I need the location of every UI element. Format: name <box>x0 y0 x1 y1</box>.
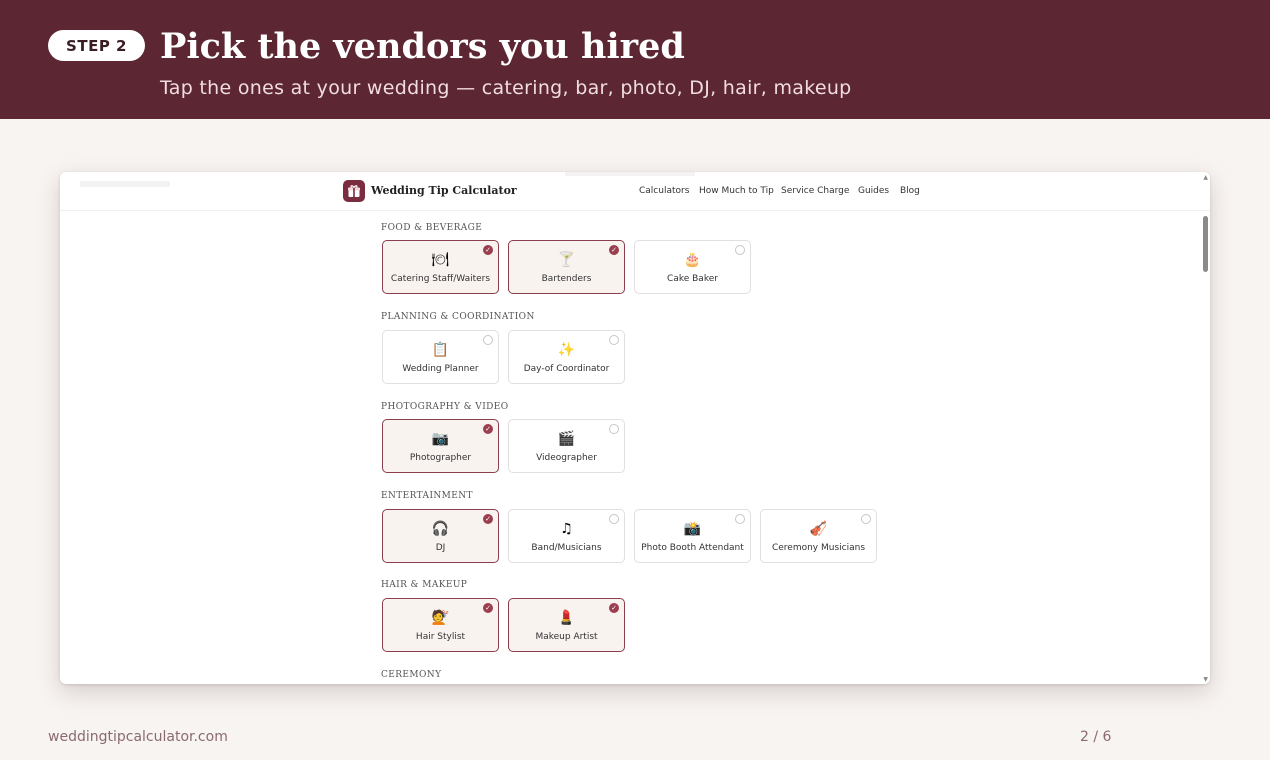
vendor-card-catering-staff-waiters[interactable]: 🍽 Catering Staff/Waiters ✓ <box>382 240 499 294</box>
vendor-card-photographer[interactable]: 📷 Photographer ✓ <box>382 419 499 473</box>
vendor-card-cake-baker[interactable]: 🎂 Cake Baker <box>634 240 751 294</box>
checkmark-icon[interactable]: ✓ <box>483 603 493 613</box>
step-banner: STEP 2 Pick the vendors you hired Tap th… <box>0 0 1270 119</box>
vendor-card-day-of-coordinator[interactable]: ✨ Day-of Coordinator <box>508 330 625 384</box>
unchecked-radio-icon[interactable] <box>609 335 619 345</box>
checkmark-icon[interactable]: ✓ <box>609 245 619 255</box>
site-header: Wedding Tip Calculator Calculators How Mu… <box>60 172 1210 211</box>
vendor-label: Bartenders <box>541 274 592 284</box>
headphones-icon: 🎧 <box>431 521 450 537</box>
scroll-down-arrow-icon[interactable]: ▼ <box>1203 676 1208 683</box>
page-indicator: 2 / 6 <box>1080 729 1112 745</box>
vendor-label: Photographer <box>409 453 472 463</box>
vendor-card-videographer[interactable]: 🎬 Videographer <box>508 419 625 473</box>
scrollbar-thumb[interactable] <box>1203 216 1208 272</box>
unchecked-radio-icon[interactable] <box>735 245 745 255</box>
vendor-card-band-musicians[interactable]: ♫ Band/Musicians <box>508 509 625 563</box>
nav-link-how-much-to-tip[interactable]: How Much to Tip <box>699 186 774 196</box>
camera-icon: 📷 <box>431 431 450 447</box>
browser-screenshot-frame: Wedding Tip Calculator Calculators How Mu… <box>60 172 1210 684</box>
vendor-card-makeup-artist[interactable]: 💄 Makeup Artist ✓ <box>508 598 625 652</box>
section-heading: FOOD & BEVERAGE <box>381 223 483 233</box>
vendor-card-bartenders[interactable]: 🍸 Bartenders ✓ <box>508 240 625 294</box>
sparkles-icon: ✨ <box>557 342 576 358</box>
unchecked-radio-icon[interactable] <box>735 514 745 524</box>
nav-link-guides[interactable]: Guides <box>858 186 889 196</box>
section-heading: ENTERTAINMENT <box>381 491 473 501</box>
unchecked-radio-icon[interactable] <box>609 424 619 434</box>
vendor-label: Videographer <box>536 453 597 463</box>
footer-domain: weddingtipcalculator.com <box>48 729 228 745</box>
nav-link-blog[interactable]: Blog <box>900 186 920 196</box>
checkmark-icon[interactable]: ✓ <box>483 514 493 524</box>
violin-icon: 🎻 <box>809 521 828 537</box>
section-heading: CEREMONY <box>381 670 442 680</box>
gift-box-icon[interactable] <box>343 180 365 202</box>
cocktail-icon: 🍸 <box>557 252 576 268</box>
cake-icon: 🎂 <box>683 252 702 268</box>
vendor-card-wedding-planner[interactable]: 📋 Wedding Planner <box>382 330 499 384</box>
scroll-up-arrow-icon[interactable]: ▲ <box>1203 174 1208 181</box>
vendor-label: Band/Musicians <box>531 543 602 553</box>
site-name[interactable]: Wedding Tip Calculator <box>371 184 517 197</box>
clapperboard-icon: 🎬 <box>557 431 576 447</box>
banner-subtitle: Tap the ones at your wedding — catering,… <box>160 77 852 99</box>
vendor-label: Catering Staff/Waiters <box>390 274 491 284</box>
checkmark-icon[interactable]: ✓ <box>483 424 493 434</box>
hair-stylist-icon: 💇 <box>431 610 450 626</box>
vendor-label: Cake Baker <box>667 274 718 284</box>
vendor-label: Ceremony Musicians <box>771 543 866 553</box>
vendor-card-photo-booth-attendant[interactable]: 📸 Photo Booth Attendant <box>634 509 751 563</box>
vendor-label: DJ <box>435 543 446 553</box>
unchecked-radio-icon[interactable] <box>609 514 619 524</box>
plate-cutlery-icon: 🍽 <box>431 252 450 268</box>
vendor-label: Photo Booth Attendant <box>641 543 744 553</box>
banner-title: Pick the vendors you hired <box>160 26 685 67</box>
step-badge: STEP 2 <box>48 30 145 61</box>
nav-link-service-charge[interactable]: Service Charge <box>781 186 849 196</box>
vendor-label: Wedding Planner <box>402 364 479 374</box>
unchecked-radio-icon[interactable] <box>483 335 493 345</box>
checkmark-icon[interactable]: ✓ <box>483 245 493 255</box>
nav-link-calculators[interactable]: Calculators <box>639 186 689 196</box>
vendor-label: Makeup Artist <box>535 632 598 642</box>
lipstick-icon: 💄 <box>557 610 576 626</box>
photo-booth-icon: 📸 <box>683 521 702 537</box>
checkmark-icon[interactable]: ✓ <box>609 603 619 613</box>
section-heading: PHOTOGRAPHY & VIDEO <box>381 402 509 412</box>
vendor-label: Day-of Coordinator <box>523 364 610 374</box>
section-heading: HAIR & MAKEUP <box>381 580 468 590</box>
unchecked-radio-icon[interactable] <box>861 514 871 524</box>
vendor-card-ceremony-musicians[interactable]: 🎻 Ceremony Musicians <box>760 509 877 563</box>
music-note-icon: ♫ <box>560 521 573 537</box>
vendor-label: Hair Stylist <box>415 632 466 642</box>
section-heading: PLANNING & COORDINATION <box>381 312 535 322</box>
vendor-card-hair-stylist[interactable]: 💇 Hair Stylist ✓ <box>382 598 499 652</box>
clipboard-icon: 📋 <box>431 342 450 358</box>
vendor-card-dj[interactable]: 🎧 DJ ✓ <box>382 509 499 563</box>
